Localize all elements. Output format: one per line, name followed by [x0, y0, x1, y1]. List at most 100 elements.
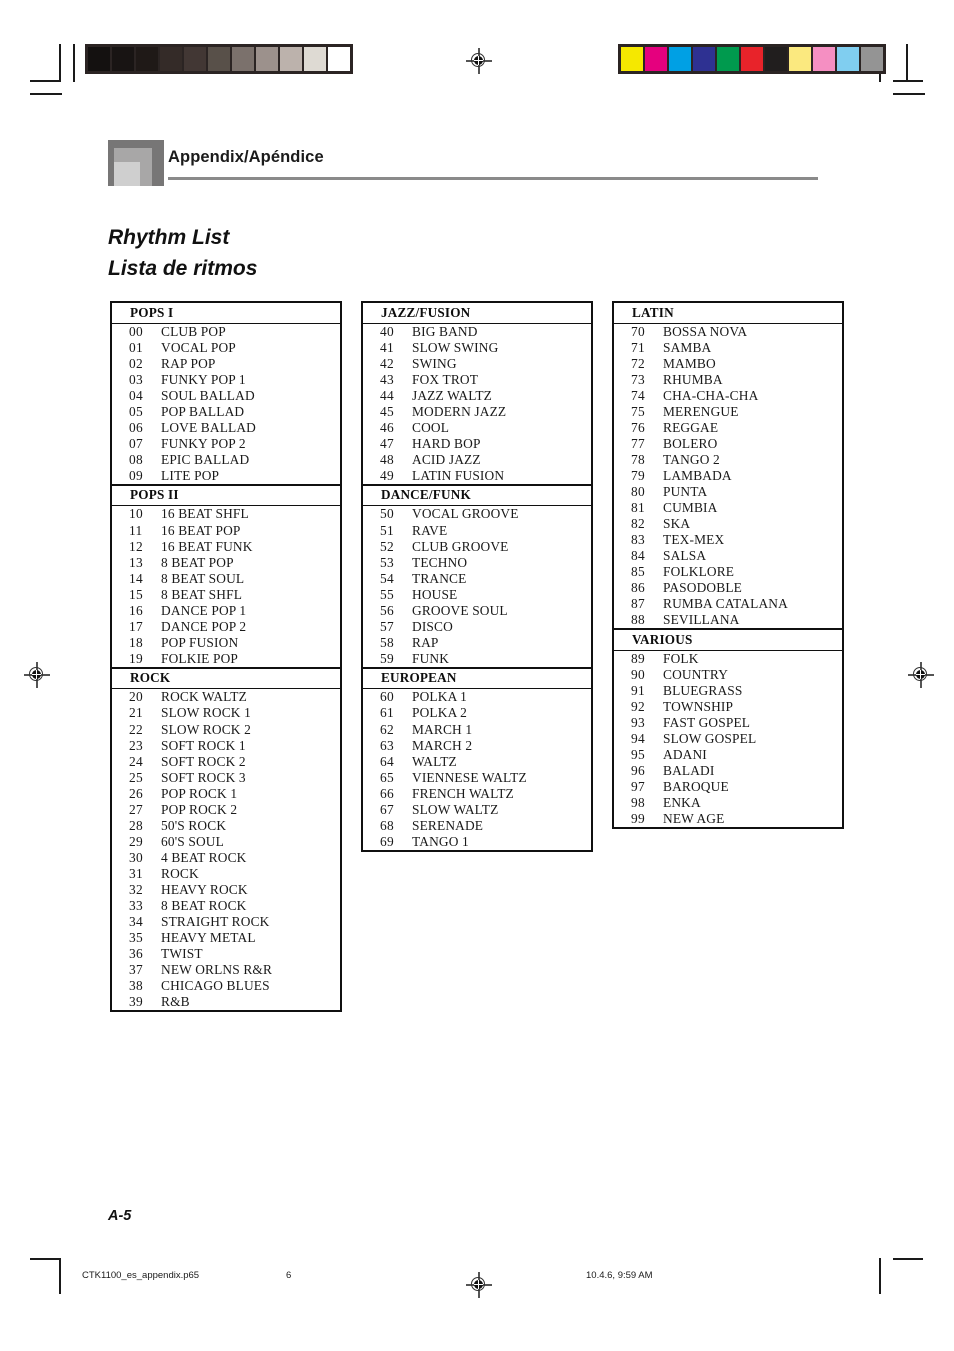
rhythm-section-label: ROCK [111, 666, 341, 690]
rhythm-name: FOLK [663, 650, 699, 666]
table-row: 04 SOUL BALLAD [111, 388, 341, 404]
rhythm-name: SEVILLANA [663, 612, 740, 628]
rhythm-number: 16 [129, 602, 143, 618]
rhythm-name: JAZZ WALTZ [412, 387, 492, 403]
table-row: 45 MODERN JAZZ [362, 404, 592, 420]
crop-mark-top-left-vertical [59, 44, 61, 82]
rhythm-number: 05 [129, 403, 143, 419]
rhythm-name: TEX-MEX [663, 532, 725, 548]
rhythm-section-header: POPS II [111, 483, 341, 507]
color-patch [741, 47, 763, 71]
registration-target-icon-right [908, 662, 934, 688]
rhythm-number: 62 [380, 721, 394, 737]
page-title: Rhythm List Lista de ritmos [108, 222, 257, 284]
rhythm-number: 31 [129, 865, 143, 881]
grayscale-patch [112, 47, 134, 71]
color-patch [669, 47, 691, 71]
rhythm-name: HOUSE [412, 586, 458, 602]
table-row: 95 ADANI [613, 747, 843, 763]
rhythm-number: 84 [631, 548, 645, 564]
table-row: 44 JAZZ WALTZ [362, 388, 592, 404]
rhythm-number: 57 [380, 618, 394, 634]
rhythm-number: 35 [129, 930, 143, 946]
table-row: 02 RAP POP [111, 356, 341, 372]
table-row: 41 SLOW SWING [362, 340, 592, 356]
rhythm-number: 37 [129, 962, 143, 978]
table-row: 18 POP FUSION [111, 635, 341, 651]
grayscale-patch [136, 47, 158, 71]
rhythm-name: TANGO 2 [663, 451, 720, 467]
table-row: 31 ROCK [111, 866, 341, 882]
rhythm-number: 53 [380, 554, 394, 570]
rhythm-number: 03 [129, 371, 143, 387]
rhythm-number: 15 [129, 586, 143, 602]
rhythm-number: 19 [129, 650, 143, 666]
rhythm-number: 02 [129, 355, 143, 371]
table-row: 37 NEW ORLNS R&R [111, 962, 341, 978]
color-patch [717, 47, 739, 71]
rhythm-name: HEAVY METAL [161, 930, 256, 946]
rhythm-name: SOFT ROCK 3 [161, 769, 246, 785]
rhythm-number: 95 [631, 747, 645, 763]
page-header: Appendix/Apéndice [108, 140, 818, 186]
rhythm-number: 63 [380, 737, 394, 753]
rhythm-number: 74 [631, 387, 645, 403]
rhythm-name: 16 BEAT FUNK [161, 538, 253, 554]
rhythm-table: JAZZ/FUSION 40 BIG BAND 41 SLOW SWING 42 SWING… [361, 301, 593, 852]
rhythm-number: 71 [631, 339, 645, 355]
table-row: 50 VOCAL GROOVE [362, 506, 592, 523]
table-row: 35 HEAVY METAL [111, 930, 341, 946]
rhythm-number: 34 [129, 914, 143, 930]
rhythm-name: ROCK [161, 865, 199, 881]
page-title-spanish: Lista de ritmos [108, 257, 258, 280]
rhythm-name: HARD BOP [412, 435, 481, 451]
rhythm-section-header: ROCK [111, 666, 341, 690]
grayscale-patch [256, 47, 278, 71]
rhythm-name: 16 BEAT POP [161, 522, 241, 538]
rhythm-name: 8 BEAT SHFL [161, 586, 243, 602]
rhythm-name: FUNK [412, 650, 450, 666]
rhythm-name: MODERN JAZZ [412, 403, 507, 419]
rhythm-number: 04 [129, 387, 143, 403]
rhythm-number: 83 [631, 532, 645, 548]
rhythm-number: 58 [380, 634, 394, 650]
rhythm-number: 97 [631, 779, 645, 795]
rhythm-name: POP ROCK 1 [161, 785, 238, 801]
table-row: 78 TANGO 2 [613, 452, 843, 468]
rhythm-name: DISCO [412, 618, 453, 634]
rhythm-name: MAMBO [663, 355, 716, 371]
rhythm-number: 23 [129, 737, 143, 753]
rhythm-number: 22 [129, 721, 143, 737]
table-row: 86 PASODOBLE [613, 580, 843, 596]
rhythm-number: 93 [631, 715, 645, 731]
color-calibration-bar [618, 44, 886, 74]
color-patch [693, 47, 715, 71]
grayscale-patch [304, 47, 326, 71]
rhythm-name: SAMBA [663, 339, 712, 355]
rhythm-table: LATIN 70 BOSSA NOVA 71 SAMBA 72 MAMBO 73 RHUMBA 7… [612, 301, 844, 830]
table-row: 61 POLKA 2 [362, 705, 592, 721]
table-row: 94 SLOW GOSPEL [613, 731, 843, 747]
print-file-name: CTK1100_es_appendix.p65 [82, 1270, 200, 1281]
table-row: 24 SOFT ROCK 2 [111, 754, 341, 770]
rhythm-name: FOLKIE POP [161, 650, 239, 666]
rhythm-name: POP BALLAD [161, 403, 245, 419]
rhythm-name: WALTZ [412, 753, 457, 769]
table-row: 40 BIG BAND [362, 323, 592, 340]
rhythm-name: PUNTA [663, 483, 708, 499]
rhythm-name: BALADI [663, 763, 715, 779]
rhythm-number: 64 [380, 753, 394, 769]
rhythm-number: 55 [380, 586, 394, 602]
rhythm-number: 68 [380, 817, 394, 833]
table-row: 29 60'S SOUL [111, 834, 341, 850]
rhythm-name: FOLKLORE [663, 564, 735, 580]
registration-target-icon-left [24, 662, 50, 688]
rhythm-number: 98 [631, 795, 645, 811]
table-row: 88 SEVILLANA [613, 612, 843, 629]
grayscale-patch [160, 47, 182, 71]
rhythm-number: 92 [631, 699, 645, 715]
rhythm-name: FRENCH WALTZ [412, 785, 514, 801]
rhythm-number: 30 [129, 849, 143, 865]
rhythm-name: ENKA [663, 795, 701, 811]
crop-mark-top-right-outer-horizontal [893, 93, 925, 95]
